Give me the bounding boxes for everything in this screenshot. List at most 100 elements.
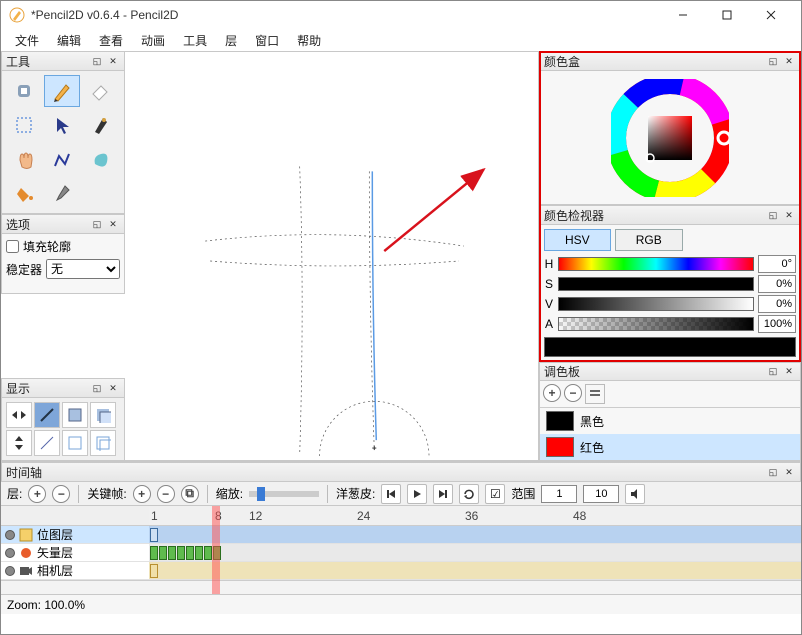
tools-panel-title[interactable]: 工具 ◱ ✕ xyxy=(1,51,125,71)
sound-button[interactable]: ☑ xyxy=(485,484,505,504)
close-icon[interactable]: ✕ xyxy=(106,381,120,395)
mirror-v-button[interactable] xyxy=(6,430,32,456)
tool-pencil[interactable] xyxy=(44,75,80,107)
palette-panel-title[interactable]: 调色板 ◱ ✕ xyxy=(539,362,801,381)
h-slider[interactable] xyxy=(558,257,754,271)
timeline-scrollbar[interactable] xyxy=(149,580,801,594)
menu-tools[interactable]: 工具 xyxy=(175,30,215,51)
layer-row[interactable]: 相机层 xyxy=(1,562,149,580)
canvas[interactable] xyxy=(125,51,539,461)
h-value[interactable]: 0° xyxy=(758,255,796,273)
menu-layer[interactable]: 层 xyxy=(217,30,245,51)
timeline-tracks[interactable]: 1 8 12 24 36 48 xyxy=(149,506,801,594)
playhead[interactable] xyxy=(212,506,220,594)
last-frame-button[interactable] xyxy=(433,484,453,504)
palette-item[interactable]: 黑色 xyxy=(540,408,800,434)
minimize-button[interactable] xyxy=(661,1,705,29)
close-icon[interactable]: ✕ xyxy=(782,208,796,222)
a-value[interactable]: 100% xyxy=(758,315,796,333)
undock-icon[interactable]: ◱ xyxy=(90,381,104,395)
add-color-button[interactable]: + xyxy=(543,384,561,402)
keyframe[interactable] xyxy=(195,546,203,560)
keyframe[interactable] xyxy=(150,528,158,542)
grid-button[interactable] xyxy=(62,402,88,428)
close-button[interactable] xyxy=(749,1,793,29)
tool-pen[interactable] xyxy=(82,109,118,141)
close-icon[interactable]: ✕ xyxy=(782,54,796,68)
add-layer-button[interactable]: + xyxy=(28,485,46,503)
tool-eyedropper[interactable] xyxy=(44,177,80,209)
keyframe[interactable] xyxy=(159,546,167,560)
grid2-button[interactable] xyxy=(62,430,88,456)
outlines-button[interactable] xyxy=(34,430,60,456)
rgb-tab[interactable]: RGB xyxy=(615,229,683,251)
keyframe[interactable] xyxy=(168,546,176,560)
menu-file[interactable]: 文件 xyxy=(7,30,47,51)
maximize-button[interactable] xyxy=(705,1,749,29)
keyframe[interactable] xyxy=(204,546,212,560)
close-icon[interactable]: ✕ xyxy=(782,365,796,379)
first-frame-button[interactable] xyxy=(381,484,401,504)
mirror-h-button[interactable] xyxy=(6,402,32,428)
add-keyframe-button[interactable]: + xyxy=(133,485,151,503)
display-panel-title[interactable]: 显示 ◱ ✕ xyxy=(1,378,125,398)
visibility-icon[interactable] xyxy=(5,548,15,558)
tool-polyline[interactable] xyxy=(44,143,80,175)
visibility-icon[interactable] xyxy=(5,530,15,540)
v-slider[interactable] xyxy=(558,297,754,311)
timeline-ruler[interactable]: 1 8 12 24 36 48 xyxy=(149,506,801,526)
menu-window[interactable]: 窗口 xyxy=(247,30,287,51)
a-slider[interactable] xyxy=(558,317,754,331)
keyframe[interactable] xyxy=(186,546,194,560)
menu-view[interactable]: 查看 xyxy=(91,30,131,51)
overlay2-button[interactable] xyxy=(90,430,116,456)
loop-button[interactable] xyxy=(459,484,479,504)
range-end-input[interactable]: 10 xyxy=(583,485,619,503)
mute-button[interactable] xyxy=(625,484,645,504)
close-icon[interactable]: ✕ xyxy=(782,465,796,479)
hsv-tab[interactable]: HSV xyxy=(544,229,611,251)
palette-menu-icon[interactable] xyxy=(585,384,605,404)
colorbox-panel-title[interactable]: 颜色盒 ◱ ✕ xyxy=(539,51,801,71)
s-slider[interactable] xyxy=(558,277,754,291)
visibility-icon[interactable] xyxy=(5,566,15,576)
tool-hand[interactable] xyxy=(6,143,42,175)
menu-edit[interactable]: 编辑 xyxy=(49,30,89,51)
remove-layer-button[interactable]: − xyxy=(52,485,70,503)
keyframe[interactable] xyxy=(177,546,185,560)
tool-select-rect[interactable] xyxy=(6,109,42,141)
tool-select-arrow[interactable] xyxy=(44,109,80,141)
remove-keyframe-button[interactable]: − xyxy=(157,485,175,503)
palette-item[interactable]: 红色 xyxy=(540,434,800,460)
stabilizer-select[interactable]: 无 xyxy=(46,259,120,279)
undock-icon[interactable]: ◱ xyxy=(90,54,104,68)
thin-lines-button[interactable] xyxy=(34,402,60,428)
s-value[interactable]: 0% xyxy=(758,275,796,293)
menu-animation[interactable]: 动画 xyxy=(133,30,173,51)
play-button[interactable] xyxy=(407,484,427,504)
fill-contour-checkbox[interactable]: 填充轮廓 xyxy=(6,238,120,255)
overlay-button[interactable] xyxy=(90,402,116,428)
layer-row[interactable]: 矢量层 xyxy=(1,544,149,562)
tool-eraser[interactable] xyxy=(82,75,118,107)
color-wheel[interactable] xyxy=(539,71,801,205)
close-icon[interactable]: ✕ xyxy=(106,54,120,68)
keyframe[interactable] xyxy=(150,546,158,560)
tool-bucket[interactable] xyxy=(6,177,42,209)
remove-color-button[interactable]: − xyxy=(564,384,582,402)
keyframe[interactable] xyxy=(150,564,158,578)
layer-scrollbar[interactable] xyxy=(1,580,149,594)
duplicate-keyframe-button[interactable]: ⧉ xyxy=(181,485,199,503)
tool-move[interactable] xyxy=(6,75,42,107)
undock-icon[interactable]: ◱ xyxy=(766,54,780,68)
track-row[interactable] xyxy=(149,562,801,580)
close-icon[interactable]: ✕ xyxy=(106,217,120,231)
range-start-input[interactable]: 1 xyxy=(541,485,577,503)
undock-icon[interactable]: ◱ xyxy=(766,208,780,222)
track-row[interactable] xyxy=(149,544,801,562)
undock-icon[interactable]: ◱ xyxy=(766,365,780,379)
track-row[interactable] xyxy=(149,526,801,544)
layer-row[interactable]: 位图层 xyxy=(1,526,149,544)
timeline-panel-title[interactable]: 时间轴 ◱ ✕ xyxy=(1,462,801,482)
v-value[interactable]: 0% xyxy=(758,295,796,313)
